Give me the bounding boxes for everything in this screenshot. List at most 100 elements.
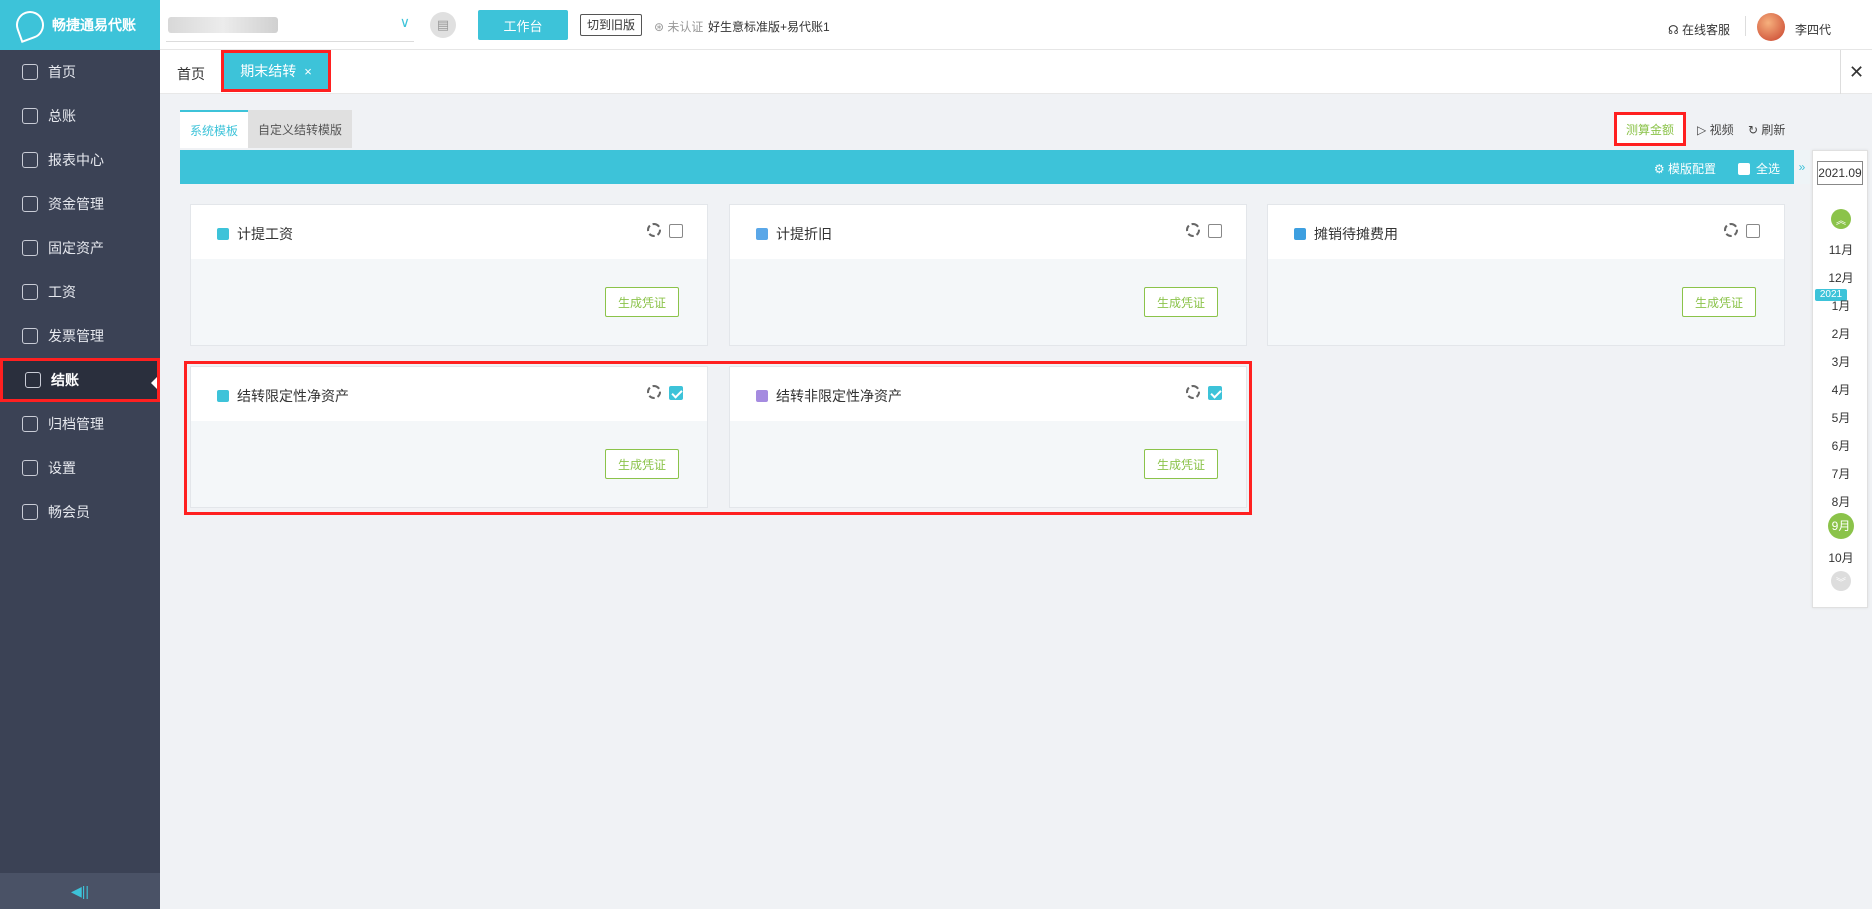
- scroll-up-icon[interactable]: ︽: [1831, 209, 1851, 229]
- sidebar-item-archive[interactable]: 归档管理: [0, 402, 160, 446]
- measure-amount-button[interactable]: 测算金额: [1614, 112, 1686, 146]
- video-button[interactable]: ▷ 视频: [1697, 121, 1734, 138]
- select-all-checkbox[interactable]: 全选: [1737, 160, 1780, 177]
- month-item-current[interactable]: 9月: [1828, 513, 1854, 539]
- unverified-label: 未认证: [667, 20, 704, 34]
- sidebar-item-label: 归档管理: [48, 416, 104, 432]
- period-input[interactable]: 2021.09: [1817, 161, 1863, 185]
- company-selector[interactable]: ∨: [166, 12, 414, 42]
- sidebar-item-salary[interactable]: 工资: [0, 270, 160, 314]
- chart-icon: [22, 152, 38, 168]
- card-checkbox[interactable]: [1746, 224, 1760, 238]
- month-item[interactable]: 8月: [1813, 493, 1869, 510]
- card-title: 摊销待摊费用: [1314, 226, 1398, 242]
- template-tabs: 系统模板 自定义结转模版: [180, 110, 353, 148]
- money-bag-icon: [22, 196, 38, 212]
- tab-home[interactable]: 首页: [177, 64, 205, 84]
- gear-icon: [22, 460, 38, 476]
- unverified-status[interactable]: ⊛ 未认证: [654, 18, 703, 35]
- online-service-link[interactable]: ☊ 在线客服: [1668, 21, 1730, 38]
- refresh-label: 刷新: [1761, 123, 1786, 137]
- sidebar-item-closing[interactable]: 结账: [0, 358, 160, 402]
- tab-label: 期末结转: [240, 63, 297, 79]
- scroll-down-icon[interactable]: ︾: [1831, 571, 1851, 591]
- avatar[interactable]: [1757, 13, 1785, 41]
- select-all-label: 全选: [1755, 162, 1780, 176]
- gear-icon[interactable]: [1724, 223, 1738, 237]
- gear-icon[interactable]: [647, 223, 661, 237]
- sidebar-item-label: 设置: [48, 460, 76, 476]
- tab-custom-template[interactable]: 自定义结转模版: [248, 110, 353, 148]
- tab-system-template[interactable]: 系统模板: [180, 110, 249, 148]
- sidebar: 畅捷通易代账 首页 总账 报表中心 资金管理 固定资产 工资 发票管理 结账 归…: [0, 0, 160, 909]
- sidebar-item-label: 畅会员: [48, 504, 90, 520]
- grid-icon: [1294, 228, 1306, 240]
- home-icon: [22, 64, 38, 80]
- month-item[interactable]: 12月: [1813, 269, 1869, 286]
- salary-icon: [22, 284, 38, 300]
- vip-icon: [22, 504, 38, 520]
- card-checkbox[interactable]: [1208, 224, 1222, 238]
- app-logo[interactable]: 畅捷通易代账: [0, 0, 160, 50]
- sidebar-item-settings[interactable]: 设置: [0, 446, 160, 490]
- product-edition: 好生意标准版+易代账1: [708, 20, 830, 34]
- generate-voucher-button[interactable]: 生成凭证: [605, 287, 679, 317]
- archive-icon: [22, 416, 38, 432]
- closing-icon: [25, 372, 41, 388]
- close-all-tabs-icon[interactable]: ✕: [1840, 50, 1872, 94]
- sidebar-item-label: 资金管理: [48, 196, 104, 212]
- sidebar-collapse-button[interactable]: ◀||: [0, 873, 160, 909]
- top-bar: ∨ ▤ 工作台 切到旧版 ⊛ 未认证 好生意标准版+易代账1 ☊ 在线客服 李四…: [160, 0, 1872, 50]
- close-icon[interactable]: ×: [304, 64, 312, 79]
- chevron-down-icon: ∨: [399, 14, 410, 30]
- card-title: 计提工资: [237, 226, 293, 242]
- sidebar-item-label: 固定资产: [48, 240, 104, 256]
- card-checkbox[interactable]: [669, 224, 683, 238]
- page-tabs: 首页 期末结转 × ✕: [160, 50, 1872, 94]
- month-item[interactable]: 4月: [1813, 381, 1869, 398]
- template-toolbar: ⚙ 模版配置 全选: [180, 150, 1794, 184]
- sidebar-item-label: 总账: [48, 108, 76, 124]
- ledger-icon: [22, 108, 38, 124]
- month-item[interactable]: 6月: [1813, 437, 1869, 454]
- month-item[interactable]: 5月: [1813, 409, 1869, 426]
- sidebar-item-funds[interactable]: 资金管理: [0, 182, 160, 226]
- building-icon: [22, 240, 38, 256]
- sidebar-item-label: 结账: [51, 372, 79, 388]
- sidebar-item-label: 首页: [48, 64, 76, 80]
- calendar-icon[interactable]: ▤: [430, 12, 456, 38]
- sidebar-item-fixed-assets[interactable]: 固定资产: [0, 226, 160, 270]
- company-name-blurred: [168, 17, 278, 33]
- card-accrue-salary: 计提工资 生成凭证: [190, 204, 708, 346]
- month-item[interactable]: 11月: [1813, 241, 1869, 258]
- month-item[interactable]: 1月: [1813, 297, 1869, 314]
- tab-period-end-transfer[interactable]: 期末结转 ×: [221, 50, 331, 92]
- checkbox-icon: [1737, 162, 1750, 175]
- sidebar-item-home[interactable]: 首页: [0, 50, 160, 94]
- sidebar-item-membership[interactable]: 畅会员: [0, 490, 160, 534]
- feather-logo-icon: [12, 7, 48, 43]
- refresh-button[interactable]: ↻ 刷新: [1748, 121, 1785, 138]
- month-item[interactable]: 10月: [1813, 549, 1869, 566]
- sidebar-item-label: 工资: [48, 284, 76, 300]
- sidebar-nav: 首页 总账 报表中心 资金管理 固定资产 工资 发票管理 结账 归档管理 设置 …: [0, 50, 160, 534]
- switch-old-version-button[interactable]: 切到旧版: [580, 14, 643, 36]
- card-amortize-prepaid: 摊销待摊费用 生成凭证: [1267, 204, 1785, 346]
- template-config-button[interactable]: ⚙ 模版配置: [1654, 160, 1716, 177]
- workbench-button[interactable]: 工作台: [478, 10, 568, 40]
- person-icon: [217, 228, 229, 240]
- sidebar-item-invoices[interactable]: 发票管理: [0, 314, 160, 358]
- generate-voucher-button[interactable]: 生成凭证: [1682, 287, 1756, 317]
- sidebar-item-reports[interactable]: 报表中心: [0, 138, 160, 182]
- generate-voucher-button[interactable]: 生成凭证: [1144, 287, 1218, 317]
- month-item[interactable]: 2月: [1813, 325, 1869, 342]
- divider: [1745, 16, 1746, 36]
- sidebar-item-label: 报表中心: [48, 152, 104, 168]
- user-name[interactable]: 李四代: [1795, 21, 1831, 38]
- month-item[interactable]: 7月: [1813, 465, 1869, 482]
- gear-icon[interactable]: [1186, 223, 1200, 237]
- card-title: 计提折旧: [776, 226, 832, 242]
- sidebar-item-ledger[interactable]: 总账: [0, 94, 160, 138]
- month-item[interactable]: 3月: [1813, 353, 1869, 370]
- expand-panel-icon[interactable]: »: [1794, 150, 1810, 184]
